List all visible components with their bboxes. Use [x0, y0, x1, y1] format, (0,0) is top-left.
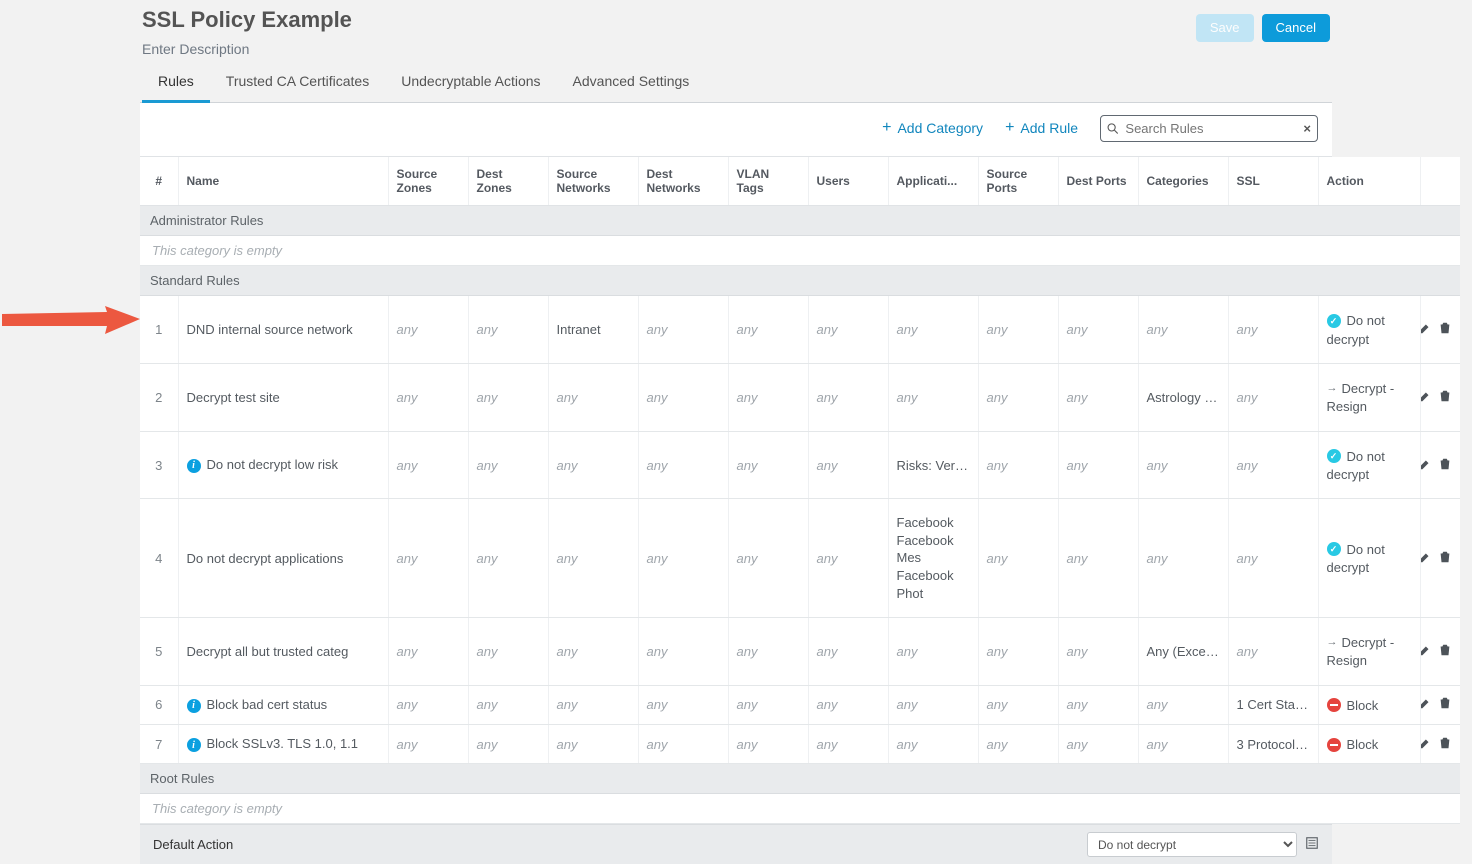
- rules-table: #NameSource ZonesDest ZonesSource Networ…: [140, 157, 1460, 825]
- tab-rules[interactable]: Rules: [142, 61, 210, 102]
- table-row[interactable]: 7iBlock SSLv3. TLS 1.0, 1.1anyanyanyanya…: [140, 725, 1460, 764]
- column-header[interactable]: Dest Networks: [638, 157, 728, 206]
- action-ok-icon: [1327, 449, 1341, 463]
- column-header[interactable]: Name: [178, 157, 388, 206]
- column-header[interactable]: Dest Ports: [1058, 157, 1138, 206]
- add-rule-button[interactable]: +Add Rule: [1005, 120, 1078, 136]
- column-header[interactable]: Source Ports: [978, 157, 1058, 206]
- delete-icon[interactable]: [1438, 550, 1452, 567]
- column-header[interactable]: VLAN Tags: [728, 157, 808, 206]
- empty-row: This category is empty: [140, 794, 1460, 824]
- default-action-select[interactable]: Do not decrypt: [1087, 832, 1297, 857]
- table-row[interactable]: 5Decrypt all but trusted categanyanyanya…: [140, 618, 1460, 686]
- description-field[interactable]: Enter Description: [142, 41, 352, 57]
- edit-icon[interactable]: [1420, 736, 1432, 753]
- table-header-row: #NameSource ZonesDest ZonesSource Networ…: [140, 157, 1460, 206]
- action-block-icon: [1327, 738, 1341, 752]
- action-cell: →Decrypt - Resign: [1318, 364, 1420, 432]
- search-box[interactable]: ×: [1100, 115, 1318, 142]
- edit-icon[interactable]: [1420, 550, 1432, 567]
- empty-row: This category is empty: [140, 236, 1460, 266]
- tab-undecryptable-actions[interactable]: Undecryptable Actions: [385, 61, 556, 102]
- info-icon: i: [187, 459, 201, 473]
- edit-icon[interactable]: [1420, 389, 1432, 406]
- action-block-icon: [1327, 698, 1341, 712]
- delete-icon[interactable]: [1438, 643, 1452, 660]
- table-row[interactable]: 1DND internal source networkanyanyIntran…: [140, 296, 1460, 364]
- plus-icon: +: [1005, 120, 1014, 136]
- category-row: Standard Rules: [140, 266, 1460, 296]
- action-arrow-icon: →: [1327, 381, 1338, 396]
- action-cell: →Decrypt - Resign: [1318, 618, 1420, 686]
- table-row[interactable]: 6iBlock bad cert statusanyanyanyanyanyan…: [140, 685, 1460, 724]
- tabs: RulesTrusted CA CertificatesUndecryptabl…: [140, 61, 1332, 103]
- action-ok-icon: [1327, 542, 1341, 556]
- edit-icon[interactable]: [1420, 457, 1432, 474]
- delete-icon[interactable]: [1438, 457, 1452, 474]
- delete-icon[interactable]: [1438, 696, 1452, 713]
- table-row[interactable]: 3iDo not decrypt low riskanyanyanyanyany…: [140, 431, 1460, 499]
- column-header[interactable]: SSL: [1228, 157, 1318, 206]
- tab-trusted-ca-certificates[interactable]: Trusted CA Certificates: [210, 61, 385, 102]
- action-cell: Do not decrypt: [1318, 431, 1420, 499]
- action-cell: Do not decrypt: [1318, 499, 1420, 618]
- delete-icon[interactable]: [1438, 736, 1452, 753]
- plus-icon: +: [882, 120, 891, 136]
- toolbar: +Add Category +Add Rule ×: [140, 103, 1332, 157]
- info-icon: i: [187, 699, 201, 713]
- column-header[interactable]: Action: [1318, 157, 1420, 206]
- add-category-button[interactable]: +Add Category: [882, 120, 983, 136]
- column-header[interactable]: Categories: [1138, 157, 1228, 206]
- page: SSL Policy Example Enter Description Sav…: [140, 0, 1332, 864]
- table-row[interactable]: 2Decrypt test siteanyanyanyanyanyanyanya…: [140, 364, 1460, 432]
- action-arrow-icon: →: [1327, 635, 1338, 650]
- column-header[interactable]: Source Zones: [388, 157, 468, 206]
- page-title: SSL Policy Example: [142, 6, 352, 35]
- action-ok-icon: [1327, 314, 1341, 328]
- table-row[interactable]: 4Do not decrypt applicationsanyanyanyany…: [140, 499, 1460, 618]
- default-action-label: Default Action: [153, 837, 233, 852]
- clear-icon[interactable]: ×: [1303, 121, 1311, 136]
- default-action-row: Default Action Do not decrypt: [140, 824, 1332, 864]
- search-input[interactable]: [1123, 120, 1303, 137]
- edit-icon[interactable]: [1420, 321, 1432, 338]
- action-cell: Block: [1318, 725, 1420, 764]
- edit-icon[interactable]: [1420, 696, 1432, 713]
- info-icon: i: [187, 738, 201, 752]
- action-cell: Block: [1318, 685, 1420, 724]
- delete-icon[interactable]: [1438, 321, 1452, 338]
- cancel-button[interactable]: Cancel: [1262, 14, 1330, 42]
- log-icon[interactable]: [1305, 836, 1319, 853]
- column-header[interactable]: Users: [808, 157, 888, 206]
- tab-advanced-settings[interactable]: Advanced Settings: [557, 61, 706, 102]
- edit-icon[interactable]: [1420, 643, 1432, 660]
- category-row: Administrator Rules: [140, 206, 1460, 236]
- action-cell: Do not decrypt: [1318, 296, 1420, 364]
- column-header[interactable]: Dest Zones: [468, 157, 548, 206]
- delete-icon[interactable]: [1438, 389, 1452, 406]
- column-header[interactable]: Source Networks: [548, 157, 638, 206]
- save-button[interactable]: Save: [1196, 14, 1254, 42]
- category-row: Root Rules: [140, 764, 1460, 794]
- column-header[interactable]: Applicati...: [888, 157, 978, 206]
- search-icon: [1107, 122, 1118, 135]
- annotation-arrow: [2, 305, 142, 335]
- column-header[interactable]: #: [140, 157, 178, 206]
